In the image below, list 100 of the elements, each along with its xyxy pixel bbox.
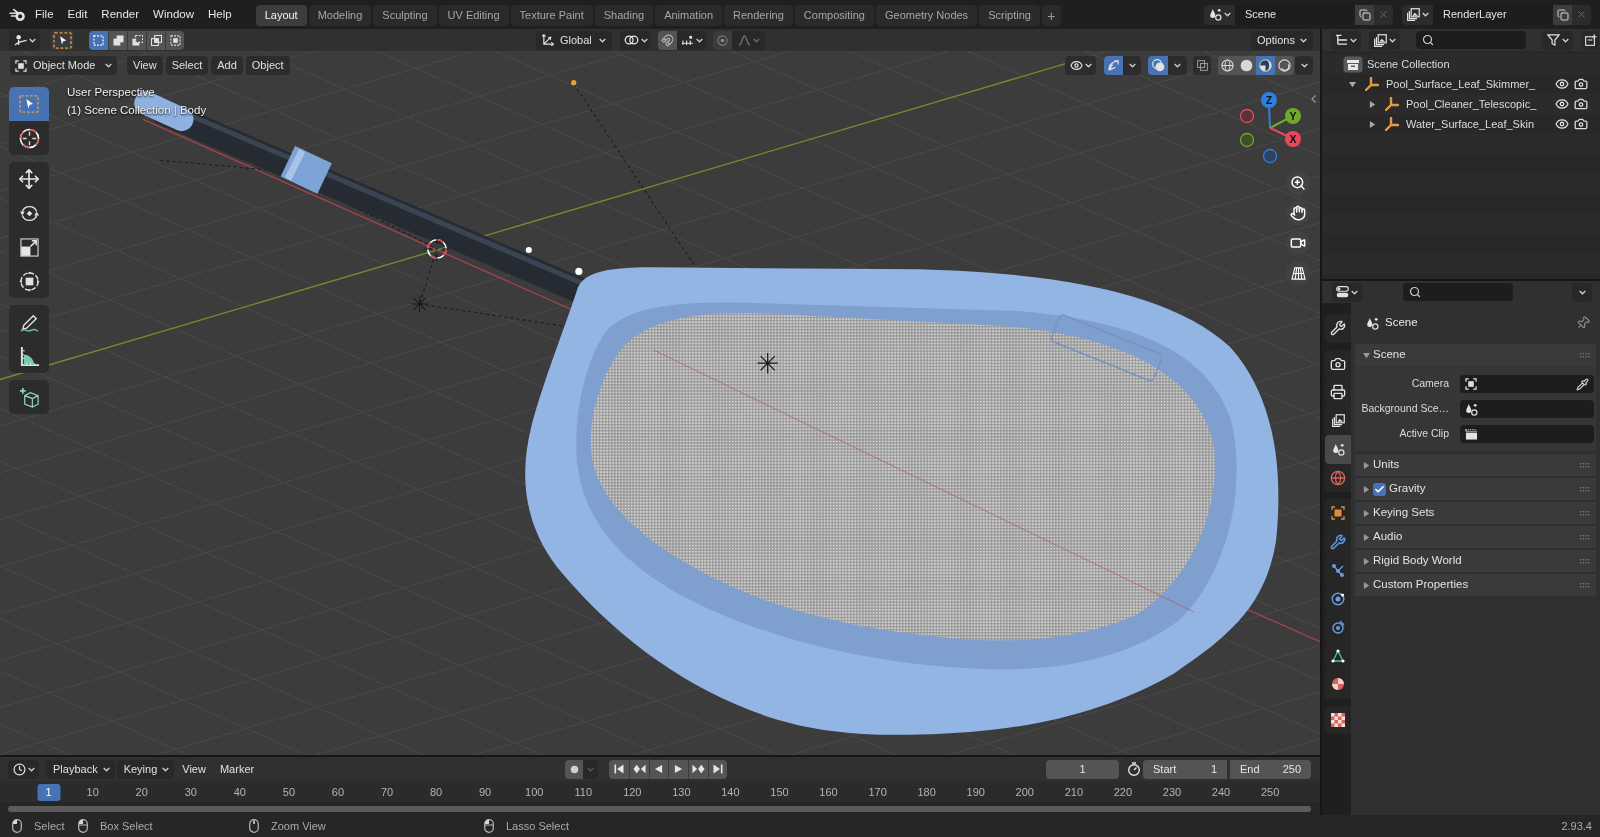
shading-mode-button[interactable] [1237,56,1256,75]
playback-button[interactable] [609,759,629,779]
eye-icon[interactable] [1555,77,1569,91]
playhead[interactable]: 1 [37,784,60,801]
collapsed-triangle-icon[interactable] [1363,485,1370,493]
collapsed-triangle-icon[interactable] [1363,509,1370,517]
outliner-item[interactable]: Scene Collection [1367,55,1450,73]
shading-dropdown[interactable] [1295,56,1313,75]
horizontal-scrollbar[interactable] [8,805,1311,812]
workspace-tab[interactable]: Modeling [308,5,372,26]
panel-header[interactable]: Units [1355,454,1596,476]
gizmo-toggle[interactable] [1104,56,1123,75]
workspace-tab[interactable]: Compositing [794,5,874,26]
menu-item[interactable]: Add [211,56,243,75]
drag-handle-icon[interactable] [1580,558,1590,564]
duplicate-button[interactable] [1553,4,1572,25]
eye-icon[interactable] [1555,97,1569,111]
pan-button[interactable] [1286,201,1310,225]
selection-mode-button[interactable] [89,30,108,50]
playback-button[interactable] [707,759,728,779]
editor-type-button[interactable] [8,759,39,779]
zoom-button[interactable] [1286,171,1310,195]
new-collection-button[interactable] [1582,30,1599,50]
negative-axis-handle[interactable] [1239,108,1255,124]
expanded-triangle-icon[interactable] [1363,351,1370,359]
collapsed-triangle-icon[interactable] [1363,557,1370,565]
menu-item[interactable]: Window [146,2,201,27]
shading-mode-button[interactable] [1275,56,1294,75]
start-frame-field[interactable]: Start 1 [1143,759,1227,779]
shading-mode-button[interactable] [1256,56,1275,75]
menu-item[interactable]: Marker [213,759,261,779]
panel-header[interactable]: Rigid Body World [1355,550,1596,572]
workspace-tab[interactable]: Texture Paint [510,5,593,26]
selection-mode-button[interactable] [127,30,146,50]
collapsed-triangle-icon[interactable] [1369,120,1376,128]
playback-button[interactable] [687,759,708,779]
proportional-editing-toggle[interactable] [713,30,732,50]
filter-view-dropdown[interactable] [1369,30,1400,50]
drag-handle-icon[interactable] [1580,486,1590,492]
drag-handle-icon[interactable] [1580,510,1590,516]
panel-title[interactable]: Gravity [1389,480,1426,498]
search-field[interactable] [1403,283,1513,301]
menu-dropdown[interactable]: Keying [116,759,175,779]
options-dropdown[interactable]: Options [1251,30,1313,50]
collapsed-triangle-icon[interactable] [1363,533,1370,541]
selection-mode-button[interactable] [108,30,127,50]
axis-handle[interactable]: Z [1261,92,1277,129]
collapsed-triangle-icon[interactable] [1369,100,1376,108]
panel-header[interactable]: Keying Sets [1355,502,1596,524]
properties-tab[interactable] [1325,670,1351,699]
eyedropper-icon[interactable] [1576,377,1589,391]
playback-button[interactable] [668,759,688,779]
workspace-tab[interactable]: Scripting [979,5,1040,26]
object-field[interactable] [1460,375,1594,393]
workspace-tab[interactable]: Layout [255,5,307,26]
panel-title[interactable]: Scene [1373,346,1406,364]
shading-mode-button[interactable] [1218,56,1237,75]
panel-header[interactable]: Gravity [1355,478,1596,500]
collapsed-triangle-icon[interactable] [1363,581,1370,589]
checkbox[interactable] [1373,482,1386,496]
outliner-item[interactable]: Pool_Cleaner_Telescopic_ [1406,95,1537,113]
workspace-tab[interactable]: Sculpting [373,5,437,26]
projection-button[interactable] [1286,261,1310,285]
selection-mode-button[interactable] [146,30,165,50]
menu-dropdown[interactable]: Playback [46,759,115,779]
close-button[interactable] [1572,4,1591,25]
tool-button[interactable] [9,162,49,196]
workspace-tab[interactable]: Animation [655,5,723,26]
menu-item[interactable]: Object [245,56,290,75]
selection-mode-button[interactable] [165,30,184,50]
editor-type-button[interactable] [9,30,40,50]
menu-item[interactable]: View [176,759,212,779]
mode-dropdown[interactable]: Object Mode [10,56,117,75]
collapsed-triangle-icon[interactable] [1363,461,1370,469]
properties-tab[interactable] [1325,435,1351,464]
axis-handle[interactable]: X [1269,127,1301,147]
filter-dropdown[interactable] [1542,30,1573,50]
overlay-toggle[interactable] [1148,56,1168,75]
duplicate-button[interactable] [1355,4,1374,25]
tool-button[interactable] [9,339,49,373]
tool-button[interactable] [9,380,49,414]
negative-axis-handle[interactable] [1239,132,1255,148]
visibility-dropdown[interactable] [1065,56,1096,75]
drag-handle-icon[interactable] [1580,352,1590,358]
properties-tab[interactable] [1325,705,1351,734]
menu-item[interactable]: View [127,56,163,75]
properties-tab[interactable] [1325,349,1351,378]
workspace-tab[interactable]: Geometry Nodes [875,5,978,26]
tool-button[interactable] [9,264,49,298]
properties-tab[interactable] [1325,499,1351,528]
panel-title[interactable]: Rigid Body World [1373,552,1462,570]
camera-icon[interactable] [1574,97,1588,111]
xray-toggle[interactable] [1193,56,1211,75]
workspace-tab[interactable]: Rendering [724,5,793,26]
display-mode-dropdown[interactable] [1331,30,1361,50]
outliner-item[interactable]: Pool_Surface_Leaf_Skimmer_ [1386,75,1536,93]
snap-toggle[interactable] [658,30,677,50]
view-layer-browse-button[interactable] [1402,4,1433,25]
menu-item[interactable]: Select [165,56,209,75]
add-workspace-button[interactable]: + [1041,5,1061,26]
